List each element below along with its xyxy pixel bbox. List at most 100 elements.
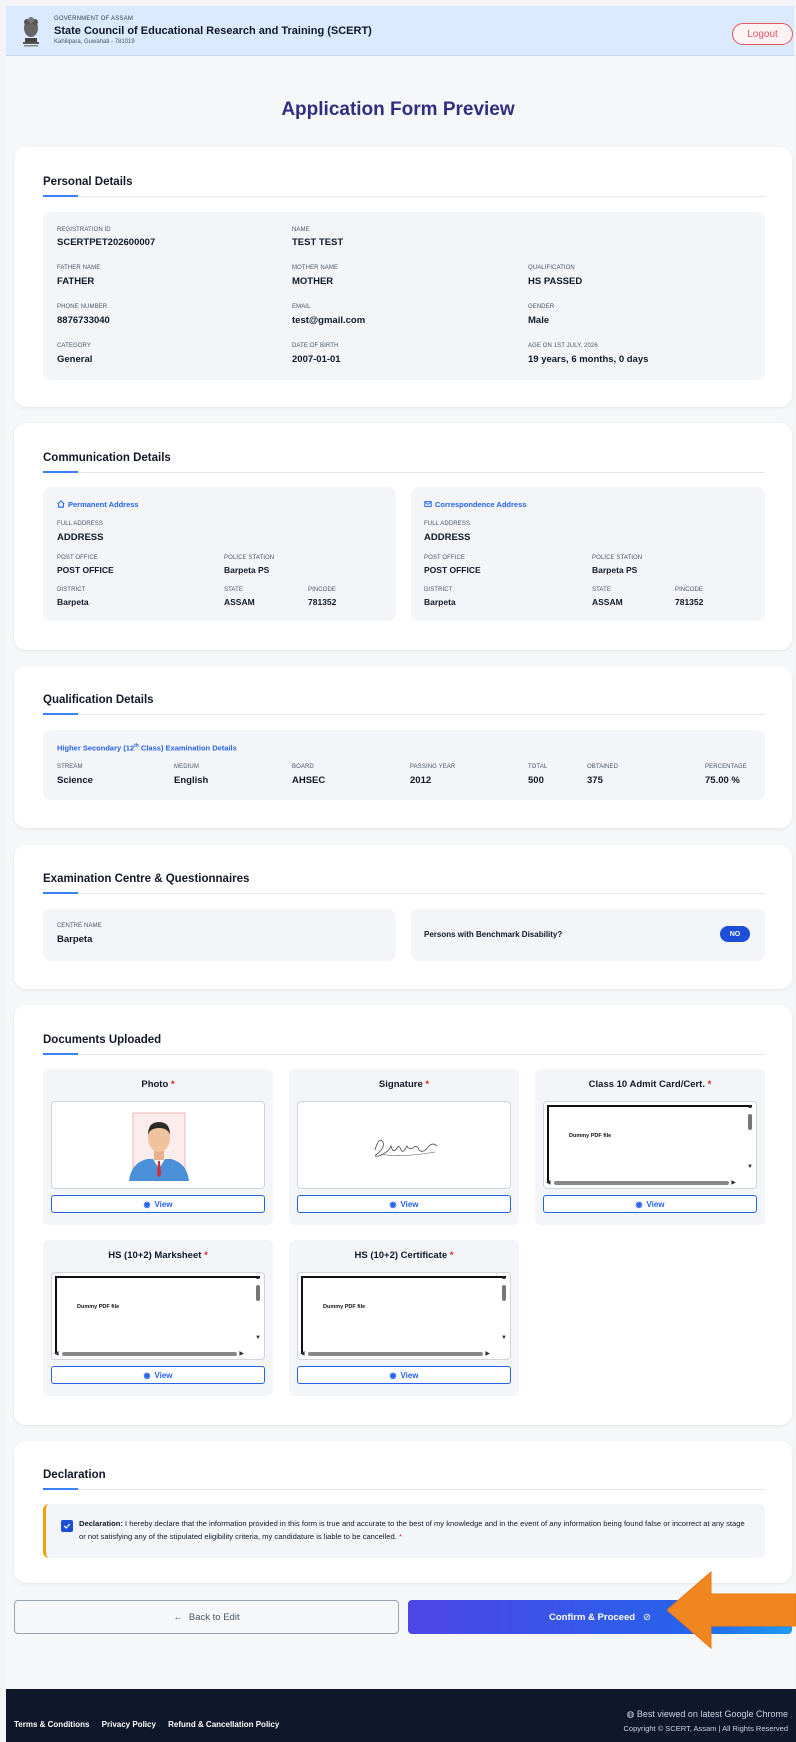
view-label: View xyxy=(400,1370,419,1380)
section-divider xyxy=(43,195,765,197)
percentage-value: 75.00 % xyxy=(705,775,740,786)
email-value: test@gmail.com xyxy=(292,315,366,326)
required-mark: * xyxy=(707,1079,712,1090)
heading-label: Permanent Address xyxy=(68,500,139,509)
phone-value: 8876733040 xyxy=(57,315,110,326)
pdf-preview[interactable]: Dummy PDF file ▲ ▼ ◀ ▶ xyxy=(51,1272,265,1360)
view-signature-button[interactable]: ◉ View xyxy=(297,1195,511,1213)
qualification-details-title: Qualification Details xyxy=(43,694,154,706)
permanent-post-office: POST OFFICE xyxy=(57,565,114,575)
centre-panel xyxy=(43,909,396,961)
signature-preview[interactable] xyxy=(297,1101,511,1189)
heading-part: Higher Secondary (12 xyxy=(57,743,135,753)
exam-centre-title: Examination Centre & Questionnaires xyxy=(43,873,250,885)
terms-link[interactable]: Terms & Conditions xyxy=(14,1720,89,1729)
vertical-scrollbar[interactable]: ▲ ▼ xyxy=(254,1275,262,1345)
document-hs-certificate: HS (10+2) Certificate * Dummy PDF file ▲… xyxy=(289,1240,519,1396)
view-hs-certificate-button[interactable]: ◉ View xyxy=(297,1366,511,1384)
scroll-thumb[interactable] xyxy=(62,1352,237,1356)
field-label: POLICE STATION xyxy=(224,555,275,561)
eye-icon: ◉ xyxy=(635,1199,643,1209)
required-mark: * xyxy=(170,1079,175,1090)
scroll-thumb[interactable] xyxy=(502,1285,506,1301)
permanent-pincode: 781352 xyxy=(308,597,337,607)
scroll-left-icon: ◀ xyxy=(54,1351,59,1357)
field-label: EMAIL xyxy=(292,304,311,310)
field-label: BOARD xyxy=(292,764,314,770)
heading-label: Correspondence Address xyxy=(435,500,527,509)
correspondence-district: Barpeta xyxy=(424,597,456,607)
father-name-value: FATHER xyxy=(57,276,95,287)
declaration-title: Declaration xyxy=(43,1469,106,1481)
eye-icon: ◉ xyxy=(389,1370,397,1380)
scroll-thumb[interactable] xyxy=(256,1285,260,1301)
section-divider xyxy=(43,471,765,473)
document-title: Photo * xyxy=(43,1079,273,1090)
required-mark: * xyxy=(398,1532,402,1541)
scroll-down-icon: ▼ xyxy=(255,1335,261,1341)
button-label: Confirm & Proceed xyxy=(548,1611,636,1623)
field-label: PINCODE xyxy=(675,587,704,593)
field-label: REGISTRATION ID xyxy=(57,227,111,233)
disability-question: Persons with Benchmark Disability? xyxy=(424,930,563,939)
field-label: POST OFFICE xyxy=(57,555,98,561)
field-label: FATHER NAME xyxy=(57,265,101,271)
vertical-scrollbar[interactable]: ▲ ▼ xyxy=(746,1104,754,1174)
field-label: QUALIFICATION xyxy=(528,265,575,271)
pdf-text: Dummy PDF file xyxy=(77,1304,120,1310)
view-class10-button[interactable]: ◉ View xyxy=(543,1195,757,1213)
vertical-scrollbar[interactable]: ▲ ▼ xyxy=(500,1275,508,1345)
total-value: 500 xyxy=(528,775,544,786)
scroll-thumb[interactable] xyxy=(748,1114,752,1130)
scroll-thumb[interactable] xyxy=(554,1181,729,1185)
horizontal-scrollbar[interactable]: ◀ ▶ xyxy=(54,1351,244,1358)
dob-value: 2007-01-01 xyxy=(292,354,341,365)
government-label: GOVERNMENT OF ASSAM xyxy=(54,16,134,22)
required-mark: * xyxy=(425,1079,430,1090)
back-to-edit-button[interactable]: ← Back to Edit xyxy=(14,1600,399,1634)
section-divider xyxy=(43,1053,765,1055)
horizontal-scrollbar[interactable]: ◀ ▶ xyxy=(546,1180,736,1187)
pdf-preview[interactable]: Dummy PDF file ▲ ▼ ◀ ▶ xyxy=(543,1101,757,1189)
pdf-text: Dummy PDF file xyxy=(569,1133,612,1139)
declaration-checkbox[interactable] xyxy=(61,1520,73,1532)
privacy-link[interactable]: Privacy Policy xyxy=(102,1720,156,1729)
logout-button[interactable]: Logout xyxy=(732,23,793,45)
doc-name: HS (10+2) Marksheet xyxy=(108,1250,202,1261)
photo-preview[interactable] xyxy=(51,1101,265,1189)
state-emblem-icon xyxy=(23,17,39,47)
field-label: POST OFFICE xyxy=(424,555,465,561)
scroll-up-icon: ▲ xyxy=(255,1275,261,1281)
required-mark: * xyxy=(449,1250,454,1261)
pdf-preview[interactable]: Dummy PDF file ▲ ▼ ◀ ▶ xyxy=(297,1272,511,1360)
document-hs-marksheet: HS (10+2) Marksheet * Dummy PDF file ▲ ▼ … xyxy=(43,1240,273,1396)
field-label: TOTAL xyxy=(528,764,548,770)
permanent-full-address: ADDRESS xyxy=(57,532,104,543)
page-title: Application Form Preview xyxy=(281,99,515,120)
eye-icon: ◉ xyxy=(143,1199,151,1209)
required-mark: * xyxy=(204,1250,208,1261)
field-label: GENDER xyxy=(528,304,555,310)
refund-link[interactable]: Refund & Cancellation Policy xyxy=(168,1720,279,1729)
document-title: Signature * xyxy=(289,1079,519,1090)
age-value: 19 years, 6 months, 0 days xyxy=(528,354,649,365)
personal-details-title: Personal Details xyxy=(43,176,133,188)
best-viewed-note: ◍ Best viewed on latest Google Chrome xyxy=(627,1709,788,1720)
highlight-arrow-icon xyxy=(667,1570,796,1650)
documents-title: Documents Uploaded xyxy=(43,1034,162,1046)
view-photo-button[interactable]: ◉ View xyxy=(51,1195,265,1213)
field-label: MEDIUM xyxy=(174,764,199,770)
view-hs-marksheet-button[interactable]: ◉ View xyxy=(51,1366,265,1384)
field-label: DISTRICT xyxy=(57,587,86,593)
horizontal-scrollbar[interactable]: ◀ ▶ xyxy=(300,1351,490,1358)
check-circle-icon: ⊘ xyxy=(643,1611,651,1623)
declaration-body: I hereby declare that the information pr… xyxy=(79,1519,745,1541)
field-label: CATEGORY xyxy=(57,343,91,349)
declaration-lead: Declaration: xyxy=(79,1519,123,1528)
scroll-right-icon: ▶ xyxy=(239,1351,244,1357)
scroll-thumb[interactable] xyxy=(308,1352,483,1356)
field-label: FULL ADDRESS xyxy=(57,521,103,527)
field-label: POLICE STATION xyxy=(592,555,643,561)
footer: Terms & Conditions Privacy Policy Refund… xyxy=(6,1689,796,1742)
scroll-left-icon: ◀ xyxy=(300,1351,305,1357)
